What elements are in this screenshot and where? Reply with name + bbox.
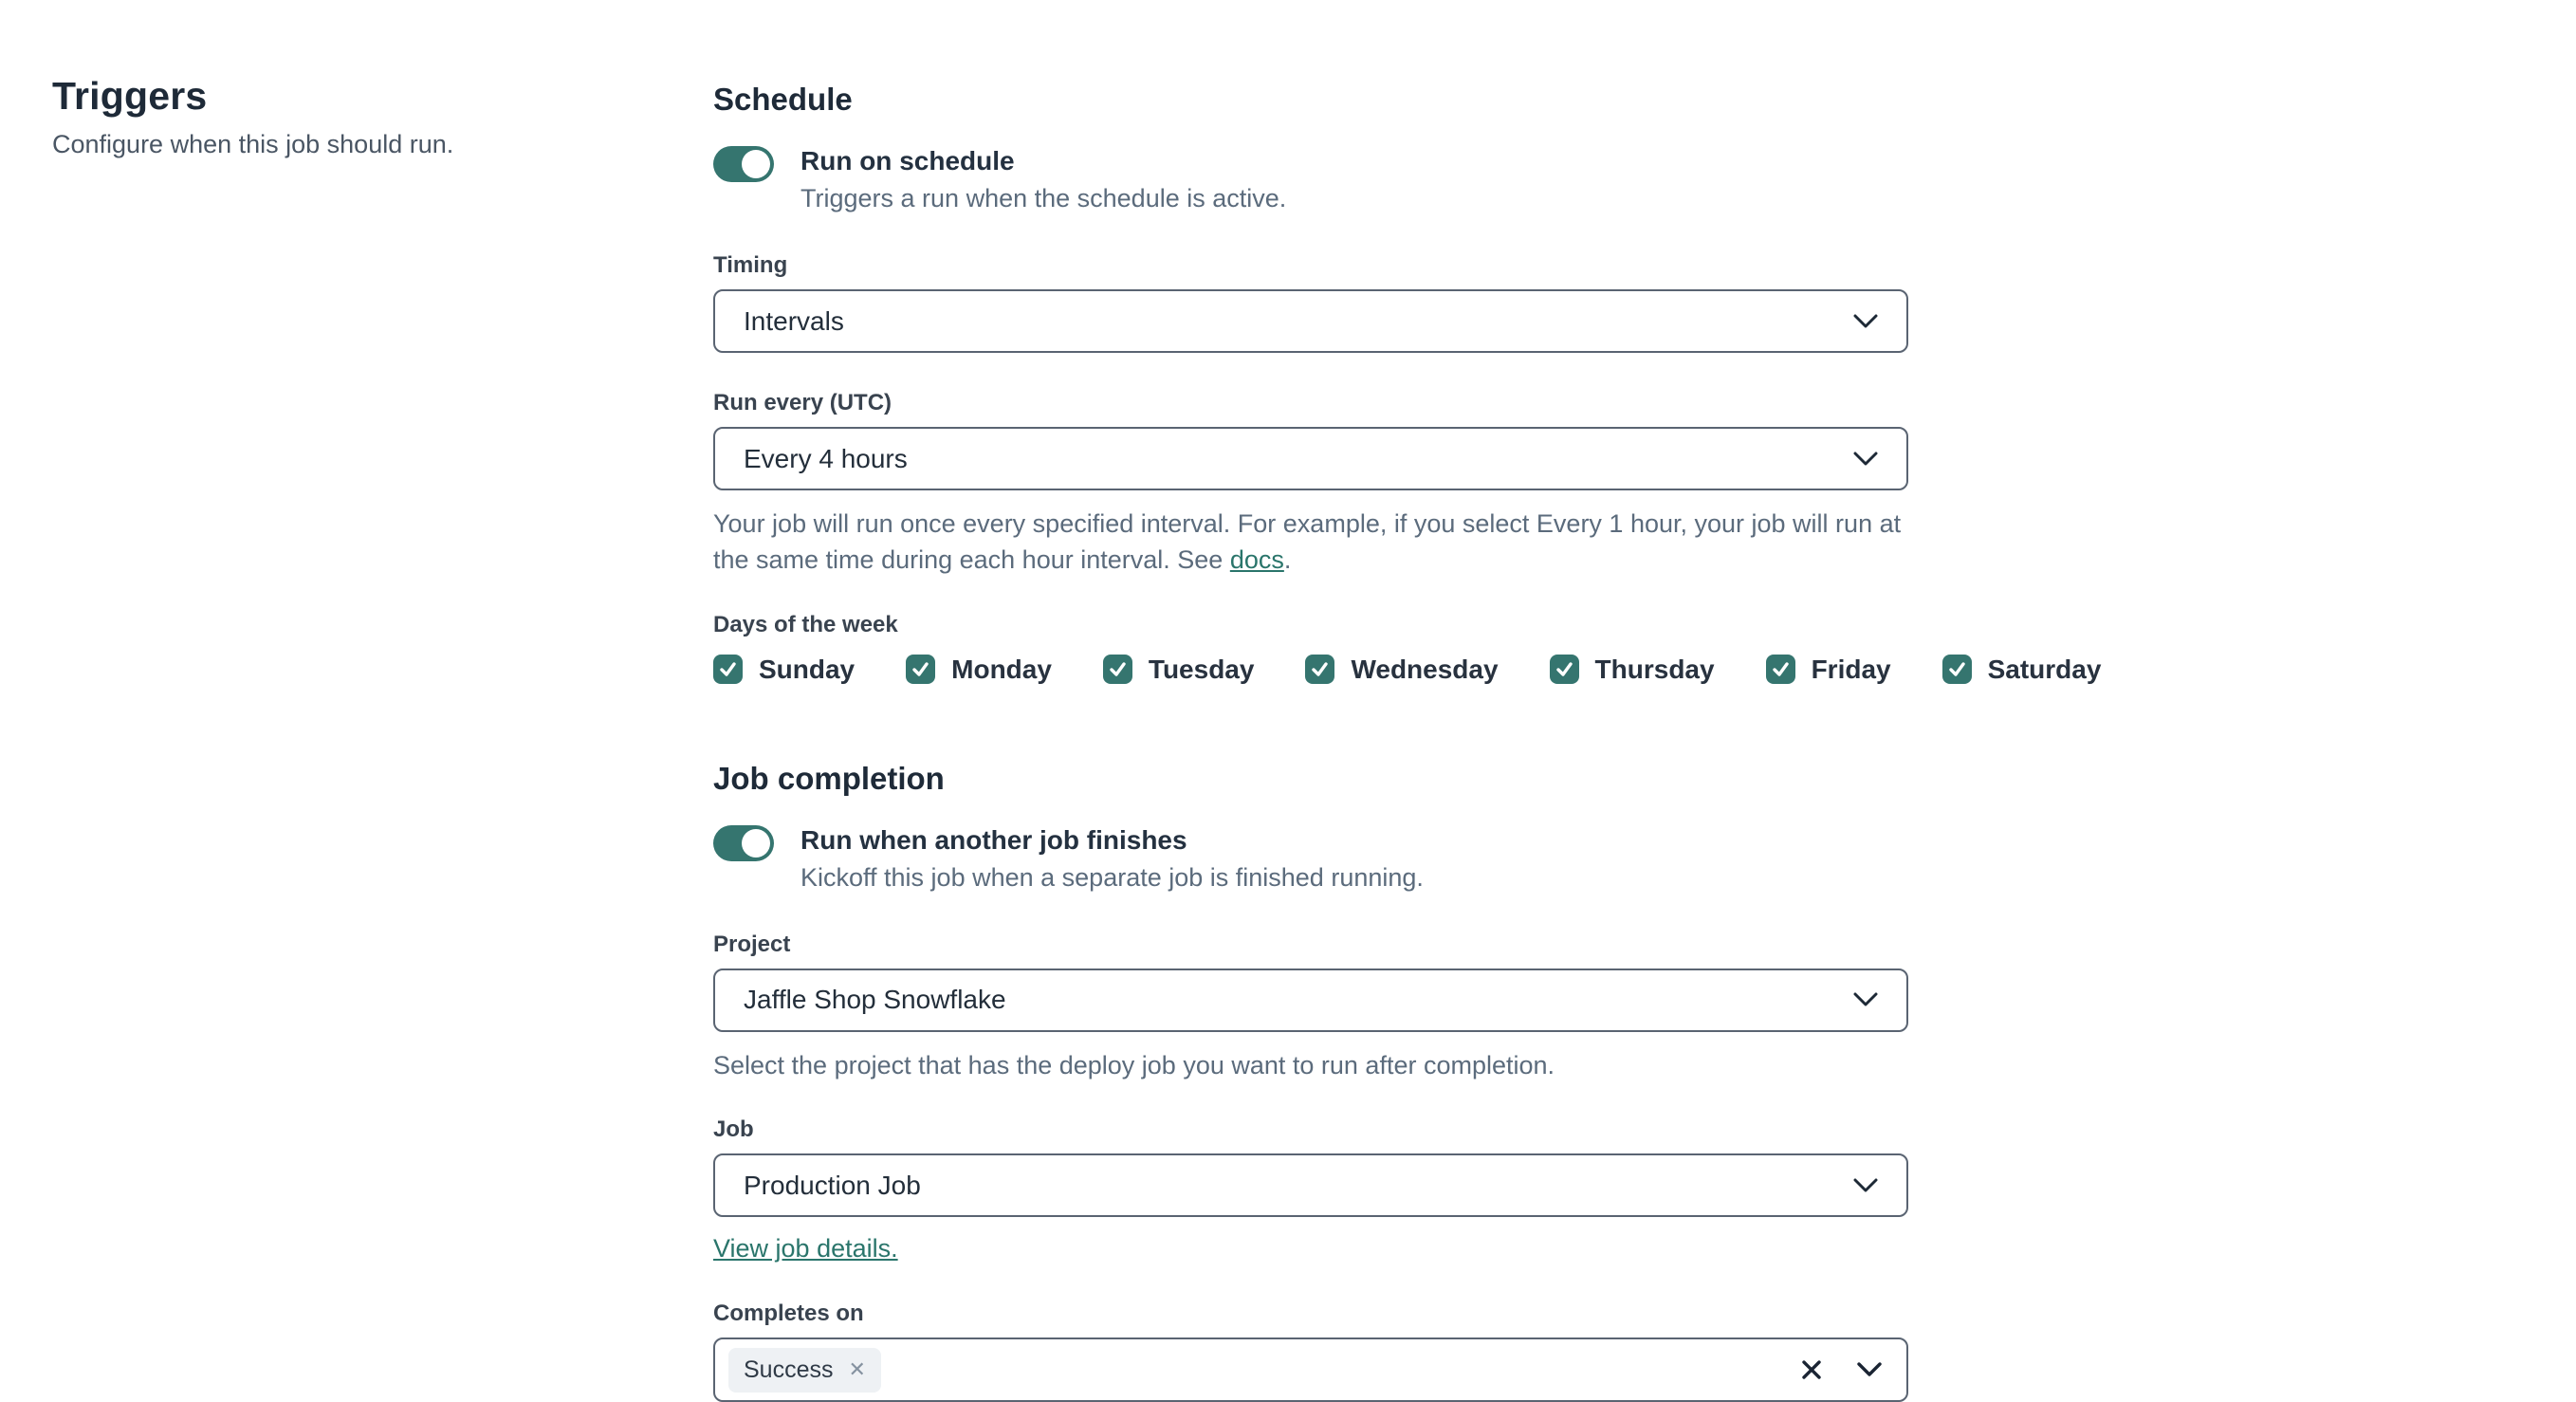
remove-tag-icon[interactable]: ✕ xyxy=(848,1359,865,1380)
chevron-down-icon xyxy=(1853,452,1878,466)
checkbox-checked-icon xyxy=(1305,655,1335,685)
toggle-text: Run when another job finishes Kickoff th… xyxy=(800,823,1424,895)
day-checkbox-thursday[interactable]: Thursday xyxy=(1549,654,1715,685)
checkbox-checked-icon xyxy=(1765,655,1795,685)
schedule-heading: Schedule xyxy=(713,82,853,117)
days-of-week-label: Days of the week xyxy=(713,611,898,637)
toggle-knob xyxy=(742,149,770,178)
toggle-knob xyxy=(742,828,770,858)
day-checkbox-tuesday[interactable]: Tuesday xyxy=(1102,654,1255,685)
run-every-select[interactable]: Every 4 hours xyxy=(713,427,1908,491)
run-on-schedule-label: Run on schedule xyxy=(800,145,1015,175)
clear-all-icon[interactable] xyxy=(1800,1358,1823,1381)
timing-select[interactable]: Intervals xyxy=(713,289,1908,354)
run-when-job-finishes-toggle[interactable] xyxy=(713,824,774,861)
toggle-text: Run on schedule Triggers a run when the … xyxy=(800,144,1286,215)
checkbox-checked-icon xyxy=(713,655,743,685)
day-label: Wednesday xyxy=(1351,654,1499,684)
docs-link[interactable]: docs xyxy=(1230,545,1284,574)
run-on-schedule-row: Run on schedule Triggers a run when the … xyxy=(713,144,1908,215)
run-every-select-value: Every 4 hours xyxy=(744,443,908,473)
project-select[interactable]: Jaffle Shop Snowflake xyxy=(713,968,1908,1032)
day-label: Thursday xyxy=(1594,654,1715,684)
project-helper: Select the project that has the deploy j… xyxy=(713,1050,1555,1079)
checkbox-checked-icon xyxy=(1549,655,1579,685)
page-title: Triggers xyxy=(52,74,208,118)
run-when-job-finishes-label: Run when another job finishes xyxy=(800,824,1187,855)
chevron-down-icon[interactable] xyxy=(1857,1362,1882,1377)
page-subtitle: Configure when this job should run. xyxy=(52,130,454,158)
day-label: Tuesday xyxy=(1148,654,1255,684)
run-every-label: Run every (UTC) xyxy=(713,390,892,416)
project-label: Project xyxy=(713,931,791,957)
run-on-schedule-description: Triggers a run when the schedule is acti… xyxy=(800,183,1287,212)
chevron-down-icon xyxy=(1853,314,1878,328)
tag-label: Success xyxy=(744,1356,834,1383)
day-label: Monday xyxy=(951,654,1052,684)
checkbox-checked-icon xyxy=(1102,655,1132,685)
chevron-down-icon xyxy=(1853,1178,1878,1192)
multiselect-controls xyxy=(1800,1358,1882,1381)
run-when-job-finishes-description: Kickoff this job when a separate job is … xyxy=(800,862,1424,892)
day-checkbox-sunday[interactable]: Sunday xyxy=(713,655,855,685)
day-label: Saturday xyxy=(1987,654,2102,684)
day-checkbox-monday[interactable]: Monday xyxy=(906,655,1052,685)
chevron-down-icon xyxy=(1853,992,1878,1006)
day-checkbox-friday[interactable]: Friday xyxy=(1765,654,1891,685)
triggers-header: Triggers Configure when this job should … xyxy=(52,74,659,159)
triggers-form: Schedule Run on schedule Triggers a run … xyxy=(713,82,2101,1402)
checkbox-checked-icon xyxy=(906,655,936,685)
helper-text: Your job will run once every specified i… xyxy=(713,509,1902,575)
project-select-value: Jaffle Shop Snowflake xyxy=(744,985,1006,1015)
job-completion-heading: Job completion xyxy=(713,760,945,796)
job-label: Job xyxy=(713,1116,754,1143)
timing-select-value: Intervals xyxy=(744,305,844,336)
view-job-details-link[interactable]: View job details. xyxy=(713,1234,898,1264)
completes-on-label: Completes on xyxy=(713,1301,864,1327)
completes-on-tag-success: Success ✕ xyxy=(728,1347,881,1393)
helper-text-end: . xyxy=(1283,545,1292,575)
day-checkbox-saturday[interactable]: Saturday xyxy=(1941,654,2102,685)
day-label: Sunday xyxy=(759,654,856,684)
day-checkbox-wednesday[interactable]: Wednesday xyxy=(1305,654,1499,685)
day-label: Friday xyxy=(1811,654,1891,684)
run-on-schedule-toggle[interactable] xyxy=(713,145,774,182)
timing-label: Timing xyxy=(713,252,788,279)
job-select[interactable]: Production Job xyxy=(713,1153,1908,1218)
run-every-helper: Your job will run once every specified i… xyxy=(713,506,1908,579)
checkbox-checked-icon xyxy=(1941,655,1972,685)
completes-on-multiselect[interactable]: Success ✕ xyxy=(713,1337,1908,1402)
job-select-value: Production Job xyxy=(744,1170,921,1200)
days-of-week-row: Sunday Monday Tuesday Wednesday Thursday… xyxy=(713,654,2101,685)
run-when-job-finishes-row: Run when another job finishes Kickoff th… xyxy=(713,823,1908,895)
